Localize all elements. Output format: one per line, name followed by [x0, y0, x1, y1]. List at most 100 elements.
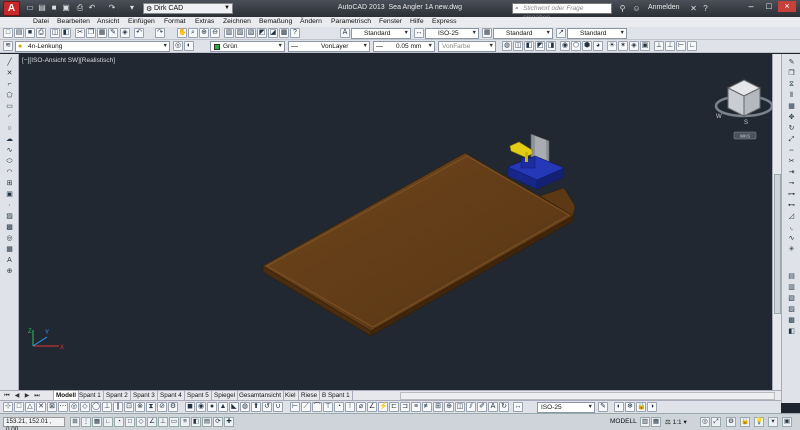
- center-mark-icon[interactable]: ⊕: [444, 402, 454, 412]
- table-style-select[interactable]: Standard ▼: [493, 28, 553, 39]
- solid-torus-icon[interactable]: ◍: [240, 402, 250, 412]
- array-icon[interactable]: ▦: [787, 102, 796, 111]
- region-icon[interactable]: ◎: [5, 234, 14, 243]
- render-icon[interactable]: ☀: [607, 41, 617, 51]
- previous-tab-icon[interactable]: ◀: [13, 392, 21, 400]
- user-icon[interactable]: ☺: [631, 3, 642, 14]
- camera-icon[interactable]: ▣: [640, 41, 650, 51]
- annotation-scale-label[interactable]: ⚖ 1:1 ▾: [665, 418, 687, 426]
- layer-manager-icon[interactable]: ≋: [3, 41, 13, 51]
- make-block-icon[interactable]: ▣: [5, 190, 14, 199]
- zoom-realtime-icon[interactable]: ⌕: [188, 28, 198, 38]
- revision-cloud-icon[interactable]: ☁: [5, 135, 14, 144]
- first-tab-icon[interactable]: ⏮: [3, 392, 11, 400]
- midpoint-icon[interactable]: △: [25, 402, 35, 412]
- new-icon[interactable]: ▭: [25, 3, 35, 13]
- continue-icon[interactable]: ⊐: [400, 402, 410, 412]
- ucs-icon[interactable]: ⟂: [654, 41, 664, 51]
- arc-length-icon[interactable]: ⌒: [312, 402, 322, 412]
- block-editor-icon[interactable]: ◈: [120, 28, 130, 38]
- view-front-icon[interactable]: ◧: [524, 41, 534, 51]
- rectangle-icon[interactable]: ▭: [5, 102, 14, 111]
- table-icon[interactable]: ▦: [5, 245, 14, 254]
- diameter-icon[interactable]: ⌀: [356, 402, 366, 412]
- dim-style-manager-icon[interactable]: ↔: [513, 402, 523, 412]
- layer-isolate-icon[interactable]: ◑: [647, 402, 657, 412]
- tab-b-spant-1[interactable]: B Spant 1: [320, 391, 353, 400]
- copy-icon[interactable]: ❐: [86, 28, 96, 38]
- mirror-icon[interactable]: ⧖: [787, 80, 796, 89]
- dim-style-icon[interactable]: ↔: [414, 28, 424, 38]
- auto-scale-icon[interactable]: ⤢: [711, 417, 721, 427]
- solid-cylinder-icon[interactable]: ◉: [196, 402, 206, 412]
- parallel-icon[interactable]: ∥: [113, 402, 123, 412]
- text-style-select[interactable]: Standard ▼: [351, 28, 411, 39]
- tab-riese[interactable]: Riese: [299, 391, 321, 400]
- tab-spant-5[interactable]: Spant 5: [185, 391, 212, 400]
- center-icon[interactable]: ◎: [69, 402, 79, 412]
- lineweight-display-icon[interactable]: ≡: [180, 417, 190, 427]
- wireframe-icon[interactable]: ⬡: [571, 41, 581, 51]
- menu-zeichnen[interactable]: Zeichnen: [223, 18, 251, 25]
- vertical-scroll-thumb[interactable]: [774, 174, 781, 314]
- offset-icon[interactable]: ⫴: [787, 91, 796, 100]
- menu-hilfe[interactable]: Hilfe: [410, 18, 424, 25]
- workspace-switch-icon[interactable]: ⚙: [726, 417, 736, 427]
- panel-a-icon[interactable]: ▤: [787, 272, 796, 281]
- mtext-icon[interactable]: A: [5, 256, 14, 265]
- panel-c-icon[interactable]: ▧: [787, 294, 796, 303]
- orbit-icon[interactable]: ◍: [502, 41, 512, 51]
- next-tab-icon[interactable]: ▶: [23, 392, 31, 400]
- intersection-icon[interactable]: ✕: [36, 402, 46, 412]
- circle-icon[interactable]: ○: [5, 124, 14, 133]
- redo-icon[interactable]: ↷: [107, 3, 117, 13]
- erase-icon[interactable]: ✎: [787, 58, 796, 67]
- object-snap-tracking-icon[interactable]: ∠: [147, 417, 157, 427]
- join-icon[interactable]: ⊷: [787, 201, 796, 210]
- tab-spant-2[interactable]: Spant 2: [104, 391, 131, 400]
- fillet-icon[interactable]: ◟: [787, 223, 796, 232]
- quick-dim-icon[interactable]: ⚡: [378, 402, 388, 412]
- dim-text-edit-icon[interactable]: A: [488, 402, 498, 412]
- pan-icon[interactable]: ✋: [177, 28, 187, 38]
- copy-object-icon[interactable]: ❐: [787, 69, 796, 78]
- mleader-style-icon[interactable]: ↗: [556, 28, 566, 38]
- drawing-viewport[interactable]: [−][ISO-Ansicht SW][Realistisch] X Z Y W…: [19, 54, 781, 390]
- panel-d-icon[interactable]: ▨: [787, 305, 796, 314]
- tab-modell[interactable]: Modell: [53, 391, 79, 400]
- object-snap-icon[interactable]: □: [125, 417, 135, 427]
- close-button[interactable]: ×: [778, 1, 796, 12]
- view-top-icon[interactable]: ◫: [513, 41, 523, 51]
- tab-kiel[interactable]: Kiel: [283, 391, 299, 400]
- space-toggle[interactable]: MODELL: [610, 418, 637, 425]
- hidden-icon[interactable]: ⬢: [582, 41, 592, 51]
- panel-b-icon[interactable]: ▥: [787, 283, 796, 292]
- help-search-input[interactable]: ⌕ Stichwort oder Frage eingeben: [512, 3, 612, 21]
- nearest-icon[interactable]: ⧗: [146, 402, 156, 412]
- radius-icon[interactable]: ◔: [334, 402, 344, 412]
- osnap-settings-icon[interactable]: ⚙: [168, 402, 178, 412]
- autocad-logo-button[interactable]: A: [3, 1, 20, 16]
- dim-break-icon[interactable]: ≢: [422, 402, 432, 412]
- dynamic-input-icon[interactable]: ▭: [169, 417, 179, 427]
- extension-icon[interactable]: ⋯: [58, 402, 68, 412]
- layer-select[interactable]: ● 4n-Lenkung ▼: [15, 41, 170, 52]
- mleader-style-select[interactable]: Standard ▼: [567, 28, 627, 39]
- polyline-icon[interactable]: ⌐: [5, 80, 14, 89]
- quick-properties-icon[interactable]: ▤: [202, 417, 212, 427]
- quick-view-layouts-icon[interactable]: ▥: [640, 417, 650, 427]
- grid-display-icon[interactable]: ▦: [92, 417, 102, 427]
- tool-palettes-icon[interactable]: ▧: [246, 28, 256, 38]
- jogged-icon[interactable]: ⦚: [345, 402, 355, 412]
- menu-format[interactable]: Format: [164, 18, 186, 25]
- publish-icon[interactable]: ◧: [61, 28, 71, 38]
- view-side-icon[interactable]: ◨: [546, 41, 556, 51]
- panel-f-icon[interactable]: ◧: [787, 327, 796, 336]
- workspace-selector[interactable]: ⚙ Dirk CAD ▼: [143, 3, 233, 14]
- linetype-select[interactable]: — VonLayer ▼: [288, 41, 370, 52]
- binoculars-icon[interactable]: ⚲: [617, 3, 628, 14]
- undo-icon[interactable]: ↶: [134, 28, 144, 38]
- tab-spant-1[interactable]: Spant 1: [77, 391, 104, 400]
- vertical-scrollbar[interactable]: [772, 54, 781, 390]
- exchange-icon[interactable]: ✕: [688, 3, 699, 14]
